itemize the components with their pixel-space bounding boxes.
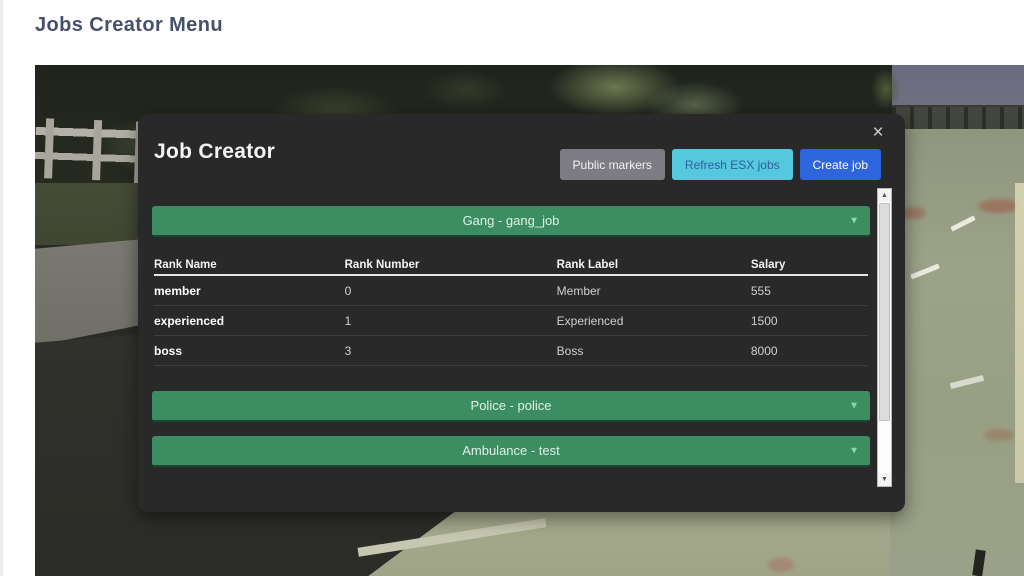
guardrail-silhouette xyxy=(892,105,1024,129)
modal-title: Job Creator xyxy=(154,140,276,163)
chevron-down-icon: ▼ xyxy=(849,399,859,411)
accordion-ambulance[interactable]: Ambulance - test ▼ xyxy=(152,436,870,467)
accordion-police[interactable]: Police - police ▼ xyxy=(152,391,870,422)
col-header-salary: Salary xyxy=(750,258,786,271)
fence-post xyxy=(92,119,103,181)
salary-cell: 1500 xyxy=(750,313,778,328)
table-header-row: Rank Name Rank Number Rank Label Salary xyxy=(154,255,868,276)
grass-strip xyxy=(35,183,153,245)
accordion-label: Ambulance - test xyxy=(462,443,560,458)
lane-marking xyxy=(910,263,940,280)
rank-label-cell: Boss xyxy=(556,343,584,358)
table-row[interactable]: experienced 1 Experienced 1500 xyxy=(154,306,868,336)
modal-toolbar: Public markers Refresh ESX jobs Create j… xyxy=(559,149,881,180)
white-fence xyxy=(35,117,155,189)
roadside-wall xyxy=(1015,183,1024,483)
rank-number-cell: 1 xyxy=(344,313,352,328)
salary-cell: 555 xyxy=(750,283,771,298)
scroll-down-icon[interactable]: ▼ xyxy=(878,473,891,486)
road-right xyxy=(890,129,1024,576)
ranks-table: Rank Name Rank Number Rank Label Salary … xyxy=(154,255,868,366)
table-row[interactable]: member 0 Member 555 xyxy=(154,276,868,306)
table-row[interactable]: boss 3 Boss 8000 xyxy=(154,336,868,366)
rank-number-cell: 3 xyxy=(344,343,352,358)
accordion-label: Police - police xyxy=(470,398,552,413)
salary-cell: 8000 xyxy=(750,343,778,358)
scrollbar-thumb[interactable] xyxy=(879,203,890,421)
road-stain xyxy=(768,558,794,572)
chevron-down-icon: ▼ xyxy=(849,444,859,456)
rank-label-cell: Experienced xyxy=(556,313,624,328)
modal-scrollbar[interactable]: ▲ ▼ xyxy=(877,188,892,487)
rank-label-cell: Member xyxy=(556,283,601,298)
create-job-button[interactable]: Create job xyxy=(799,149,881,180)
scroll-up-icon[interactable]: ▲ xyxy=(878,189,891,202)
sidewalk xyxy=(35,238,155,346)
lane-marking xyxy=(950,215,976,232)
lane-marking xyxy=(949,374,985,390)
accordion-gang-job[interactable]: Gang - gang_job ▼ xyxy=(152,206,870,237)
col-header-rank-number: Rank Number xyxy=(344,258,420,271)
road-stain xyxy=(984,429,1014,441)
page: Jobs Creator Menu × Job Creator Public m… xyxy=(0,0,1024,576)
refresh-esx-jobs-button[interactable]: Refresh ESX jobs xyxy=(671,149,793,180)
col-header-rank-label: Rank Label xyxy=(556,258,619,271)
page-title: Jobs Creator Menu xyxy=(35,14,223,36)
accordion-label: Gang - gang_job xyxy=(462,213,560,228)
chevron-down-icon: ▼ xyxy=(849,214,859,226)
fence-post xyxy=(44,118,55,179)
rank-number-cell: 0 xyxy=(344,283,352,298)
rank-name-cell: boss xyxy=(154,343,183,358)
page-left-border xyxy=(0,0,3,576)
rank-name-cell: experienced xyxy=(154,313,225,328)
road-stain xyxy=(978,199,1020,213)
rank-name-cell: member xyxy=(154,283,201,298)
job-creator-modal: × Job Creator Public markers Refresh ESX… xyxy=(138,114,905,512)
col-header-rank-name: Rank Name xyxy=(154,258,217,271)
close-icon[interactable]: × xyxy=(867,122,889,144)
public-markers-button[interactable]: Public markers xyxy=(559,149,665,180)
